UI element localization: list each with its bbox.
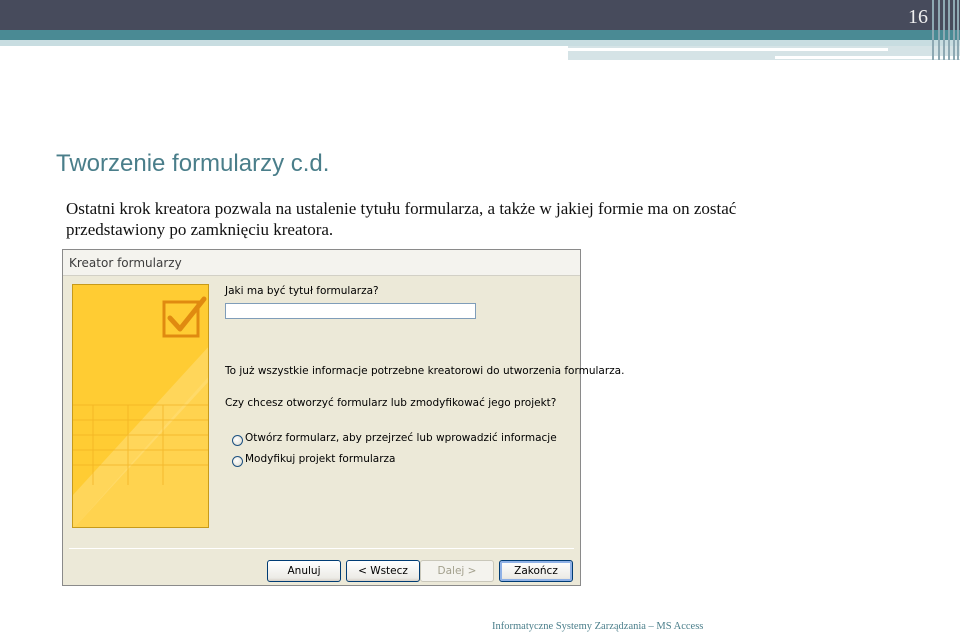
back-button[interactable]: < Wstecz (346, 560, 420, 582)
header-line (568, 48, 888, 51)
radio-modify-design[interactable] (232, 456, 243, 467)
next-button[interactable]: Dalej > (420, 560, 494, 582)
slide-body-text: Ostatni krok kreatora pozwala na ustalen… (66, 199, 737, 239)
finish-button[interactable]: Zakończ (499, 560, 573, 582)
radio-modify-design-label[interactable]: Modyfikuj projekt formularza (245, 453, 395, 465)
info-text: To już wszystkie informacje potrzebne kr… (225, 365, 625, 377)
checkbox-check-icon (73, 285, 208, 527)
cancel-button[interactable]: Anuluj (267, 560, 341, 582)
dialog-divider (69, 548, 574, 549)
radio-open-form-label[interactable]: Otwórz formularz, aby przejrzeć lub wpro… (245, 432, 557, 444)
slide-title: Tworzenie formularzy c.d. (56, 150, 330, 177)
form-wizard-dialog: Kreator formularzy Jaki ma być tytuł for… (62, 249, 624, 586)
header-stripes (930, 0, 960, 60)
dialog-titlebar: Kreator formularzy (63, 250, 580, 276)
open-question: Czy chcesz otworzyć formularz lub zmodyf… (225, 397, 557, 409)
dialog-title: Kreator formularzy (69, 256, 182, 270)
header-bar-dark (0, 0, 960, 30)
wizard-illustration (72, 284, 209, 528)
slide-footer: Informatyczne Systemy Zarządzania – MS A… (492, 621, 704, 632)
dialog-content: Jaki ma być tytuł formularza? To już wsz… (69, 282, 624, 544)
header-bar-teal (0, 30, 960, 40)
radio-open-form[interactable] (232, 435, 243, 446)
form-title-input[interactable] (225, 303, 476, 319)
slide-number: 16 (908, 6, 928, 28)
title-question: Jaki ma być tytuł formularza? (225, 285, 379, 297)
